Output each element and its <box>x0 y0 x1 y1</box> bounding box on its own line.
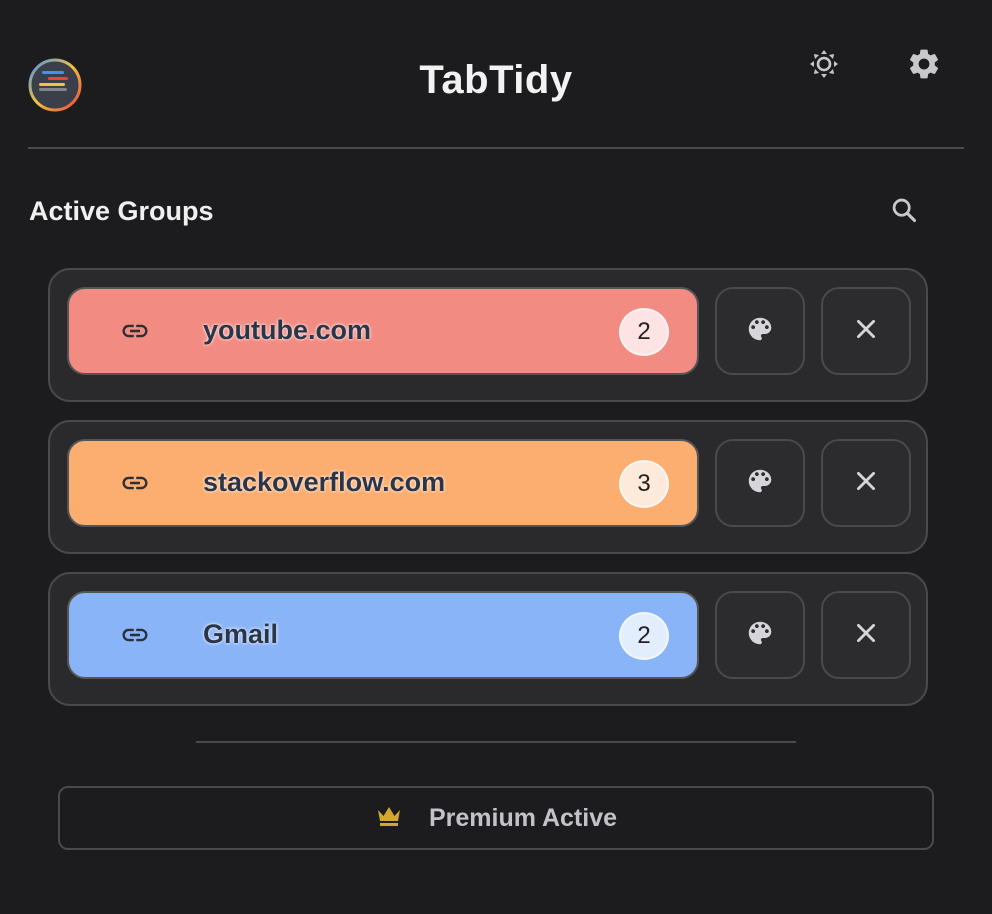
premium-button[interactable]: Premium Active <box>58 786 934 850</box>
close-icon <box>853 468 879 499</box>
tab-count-badge: 2 <box>619 308 669 356</box>
group-name: Gmail <box>203 619 279 649</box>
close-icon <box>853 620 879 651</box>
group-pill[interactable]: youtube.com 2 <box>67 287 699 375</box>
group-pill[interactable]: Gmail 2 <box>67 591 699 679</box>
gear-icon <box>906 46 942 87</box>
search-button[interactable] <box>882 190 926 234</box>
close-icon <box>853 316 879 347</box>
palette-icon <box>745 466 775 501</box>
group-list: youtube.com 2 stackoverflow.com 3 Gmail … <box>48 268 928 724</box>
close-group-button[interactable] <box>821 591 911 679</box>
link-icon <box>119 619 151 651</box>
change-color-button[interactable] <box>715 591 805 679</box>
section-title: Active Groups <box>29 196 214 226</box>
group-name: stackoverflow.com <box>203 467 446 497</box>
settings-button[interactable] <box>902 44 946 88</box>
link-icon <box>119 315 151 347</box>
link-icon <box>119 467 151 499</box>
group-pill[interactable]: stackoverflow.com 3 <box>67 439 699 527</box>
close-group-button[interactable] <box>821 439 911 527</box>
search-icon <box>890 196 918 229</box>
change-color-button[interactable] <box>715 439 805 527</box>
header: TabTidy <box>28 0 964 149</box>
group-name: youtube.com <box>203 315 372 345</box>
change-color-button[interactable] <box>715 287 805 375</box>
divider <box>196 741 796 743</box>
theme-toggle-button[interactable] <box>802 44 846 88</box>
tab-count-badge: 2 <box>619 612 669 660</box>
brightness-icon <box>807 47 841 86</box>
palette-icon <box>745 618 775 653</box>
group-card: stackoverflow.com 3 <box>48 420 928 554</box>
close-group-button[interactable] <box>821 287 911 375</box>
group-card: Gmail 2 <box>48 572 928 706</box>
group-card: youtube.com 2 <box>48 268 928 402</box>
tab-count-badge: 3 <box>619 460 669 508</box>
crown-icon <box>375 804 403 833</box>
palette-icon <box>745 314 775 349</box>
premium-label: Premium Active <box>428 803 618 832</box>
